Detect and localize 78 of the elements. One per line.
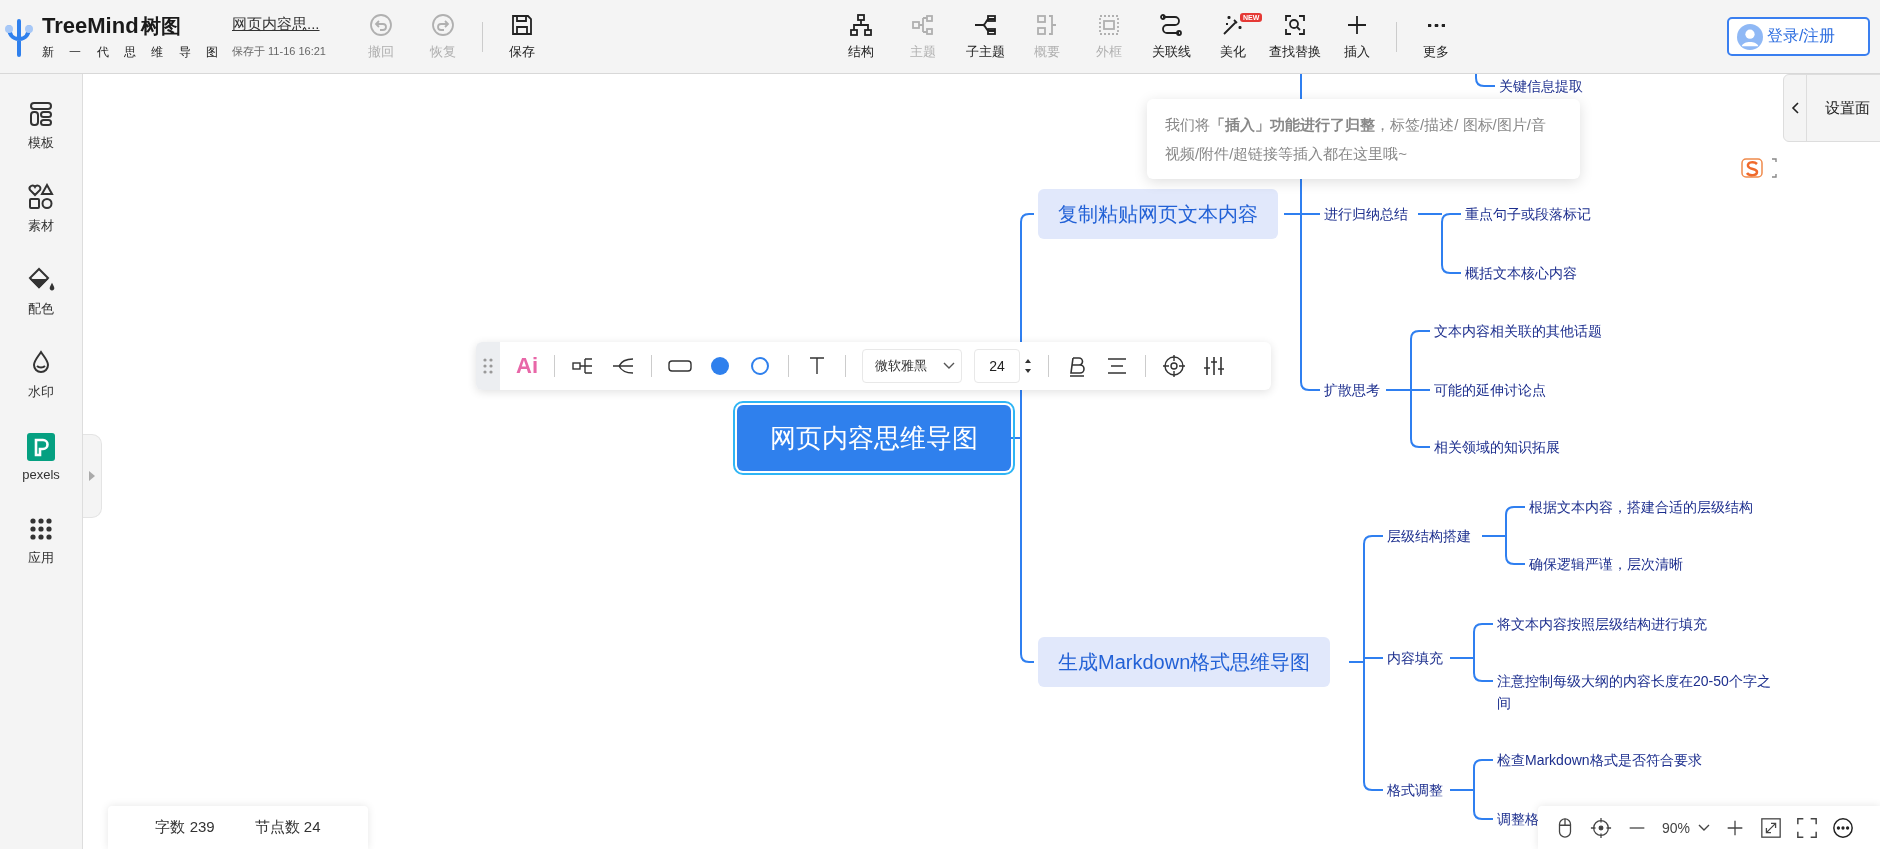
font-select[interactable]: 微软雅黑 xyxy=(862,349,962,383)
leaf-topic[interactable]: 确保逻辑严谨，层次清晰 xyxy=(1529,553,1683,575)
brand-name-cn: 树图 xyxy=(140,13,181,39)
locate-icon[interactable] xyxy=(1590,816,1612,839)
color-sidebar-item[interactable]: 配色 xyxy=(0,250,82,333)
leaf-topic[interactable]: 概括文本核心内容 xyxy=(1465,262,1577,284)
more-icon xyxy=(1427,23,1445,27)
leaf-topic[interactable]: 文本内容相关联的其他话题 xyxy=(1434,320,1602,342)
avatar-icon xyxy=(1737,23,1763,50)
subtopic[interactable]: 扩散思考 xyxy=(1324,379,1380,401)
brand-name: TreeMind xyxy=(42,12,139,39)
font-size-field[interactable]: 24 xyxy=(974,349,1020,383)
leaf-topic[interactable]: 可能的延伸讨论点 xyxy=(1434,379,1546,401)
subtopic[interactable]: 进行归纳总结 xyxy=(1324,203,1408,225)
leaf-topic[interactable]: 将文本内容按照层级结构进行填充 xyxy=(1497,613,1707,635)
leaf-topic[interactable]: 注意控制每级大纲的内容长度在20-50个字之间 xyxy=(1497,670,1779,714)
connector-line xyxy=(1481,506,1526,565)
connector-line xyxy=(1417,213,1462,274)
connector-line xyxy=(1449,759,1494,820)
pexels-sidebar-item[interactable]: pexels xyxy=(0,416,82,499)
structure-tool-button[interactable]: 结构 xyxy=(830,6,892,67)
template-sidebar-item[interactable]: 模板 xyxy=(0,84,82,167)
chevron-down-icon xyxy=(1698,823,1711,832)
leaf-topic[interactable]: 调整格 xyxy=(1497,808,1539,830)
redo-icon xyxy=(431,12,455,37)
material-sidebar-item[interactable]: 素材 xyxy=(0,167,82,250)
topic-icon xyxy=(911,12,935,37)
find-icon xyxy=(1283,12,1307,37)
brand-tagline: 新 一 代 思 维 导 图 xyxy=(42,43,224,61)
settings-panel-tab[interactable]: 设置面 xyxy=(1783,74,1880,142)
save-button[interactable]: 保存 xyxy=(491,6,553,67)
more-tool-button[interactable]: 更多 xyxy=(1405,6,1467,67)
relation-tool-button[interactable]: 关联线 xyxy=(1140,6,1202,67)
watermark-sidebar-item[interactable]: 水印 xyxy=(0,333,82,416)
border-color-icon[interactable] xyxy=(748,354,772,378)
node-count: 节点数 24 xyxy=(254,818,321,837)
relation-icon xyxy=(1159,12,1183,37)
connector-line xyxy=(1449,623,1494,682)
find-tool-button[interactable]: 查找替换 xyxy=(1264,6,1326,67)
save-icon xyxy=(510,12,534,37)
sliders-icon[interactable] xyxy=(1202,354,1226,378)
settings-panel-label: 设置面 xyxy=(1825,98,1870,118)
drag-handle[interactable] xyxy=(476,342,500,390)
summary-icon xyxy=(1035,12,1059,37)
main-topic[interactable]: 生成Markdown格式思维导图 xyxy=(1038,637,1331,687)
save-status: 保存于 11-16 16:21 xyxy=(232,43,327,59)
subtopic-icon xyxy=(973,12,997,37)
more-icon[interactable] xyxy=(1832,816,1855,839)
tree-logo-icon xyxy=(4,16,34,57)
insert-tooltip: 我们将「插入」功能进行了归整，标签/描述/ 图标/图片/音视频/附件/超链接等插入都在这里哦~ xyxy=(1147,99,1580,179)
fill-color-icon[interactable] xyxy=(708,354,732,378)
template-icon xyxy=(27,99,55,128)
subtopic[interactable]: 内容填充 xyxy=(1387,647,1443,669)
leaf-topic[interactable]: 检查Markdown格式是否符合要求 xyxy=(1497,749,1702,771)
main-topic[interactable]: 复制粘贴网页文本内容 xyxy=(1038,189,1278,239)
boundary-icon xyxy=(1097,12,1121,37)
chevron-down-icon xyxy=(943,362,955,370)
leaf-topic[interactable]: 相关领域的知识拓展 xyxy=(1434,436,1560,458)
insert-tool-button[interactable]: 插入 xyxy=(1326,6,1388,67)
undo-icon xyxy=(369,12,393,37)
subtopic[interactable]: 层级结构搭建 xyxy=(1387,525,1471,547)
document-title[interactable]: 网页内容思... xyxy=(232,14,350,34)
locate-icon[interactable] xyxy=(1162,354,1186,378)
structure-icon xyxy=(849,12,873,37)
subtopic-tool-button[interactable]: 子主题 xyxy=(954,6,1016,67)
fullscreen-icon[interactable] xyxy=(1796,816,1819,839)
zoom-level-select[interactable]: 90% xyxy=(1662,819,1711,836)
leaf-topic[interactable]: 根据文本内容，搭建合适的层级结构 xyxy=(1529,496,1753,518)
triangle-right-icon xyxy=(88,471,96,481)
fit-view-icon[interactable] xyxy=(1760,816,1783,839)
apps-sidebar-item[interactable]: 应用 xyxy=(0,499,82,582)
leaf-topic[interactable]: 关键信息提取 xyxy=(1499,75,1583,97)
word-count: 字数 239 xyxy=(155,818,215,837)
material-icon xyxy=(27,182,55,211)
login-button[interactable]: 登录/注册 xyxy=(1727,17,1870,56)
pexels-icon xyxy=(27,433,55,461)
subtopic[interactable]: 格式调整 xyxy=(1387,779,1443,801)
leaf-topic[interactable]: 重点句子或段落标记 xyxy=(1465,203,1591,225)
